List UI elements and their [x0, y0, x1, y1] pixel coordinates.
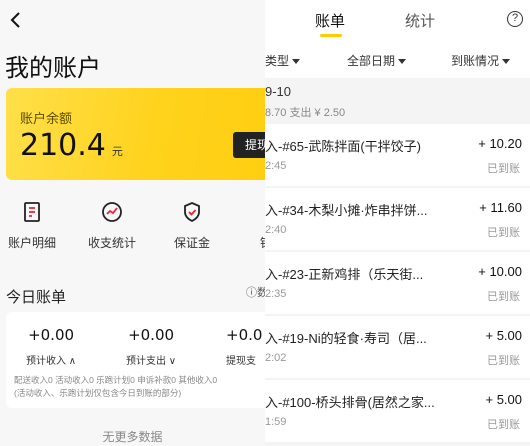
transaction-time: 1:59 [265, 416, 287, 428]
stat-expected-income[interactable]: +0.00 预计收入 ∧ [26, 326, 76, 367]
help-icon[interactable]: ? [507, 11, 523, 27]
today-bill-title: 今日账单 [6, 288, 67, 306]
today-help-label: 数 [257, 287, 265, 299]
filter-type[interactable]: 类型 [265, 52, 301, 69]
tab-bill[interactable]: 账单 [315, 10, 345, 31]
balance-amount: 210.4 [20, 128, 106, 163]
chevron-up-icon: ∧ [68, 356, 77, 367]
quick-action-label: 账户明细 [7, 236, 56, 250]
transaction-status: 已到账 [487, 163, 520, 175]
chevron-down-icon: ∨ [168, 356, 177, 367]
transaction-status: 已到账 [487, 227, 520, 239]
filter-bar: 类型 全部日期 到账情况 [265, 42, 530, 78]
today-bill-section: 今日账单 ⓘ数 +0.00 预计收入 ∧ +0.00 预计支出 ∨ +0.0 提… [0, 276, 265, 436]
stat-value: +0.0 [226, 326, 263, 344]
bill-tabs: 账单 统计 ? [265, 0, 530, 42]
quick-actions: 账户明细 收支统计 保证金 银 [0, 200, 265, 260]
shield-icon [184, 202, 200, 223]
stat-label: 预计支出 ∨ [126, 356, 177, 367]
chart-circle-icon [102, 202, 122, 222]
quick-action-label: 银 [236, 234, 265, 251]
stat-label: 提现支 [226, 356, 256, 367]
tab-stats[interactable]: 统计 [405, 10, 435, 31]
transaction-time: 2:45 [265, 160, 287, 172]
transaction-amount: + 5.00 [485, 328, 522, 343]
quick-action-label: 收支统计 [87, 236, 136, 250]
withdraw-button[interactable]: 提现 [233, 132, 265, 158]
transaction-row[interactable]: 入-#23-正新鸡排（乐天街... 2:35 + 10.00 已到账 [265, 252, 530, 314]
back-icon[interactable] [6, 10, 26, 30]
stat-withdraw[interactable]: +0.0 提现支 [226, 326, 262, 367]
balance-value: 210.4 元 [20, 128, 123, 163]
transaction-name: 入-#100-桥头排骨(居然之家... [265, 395, 435, 410]
stat-label: 预计收入 ∧ [26, 356, 77, 367]
transaction-status: 已到账 [487, 291, 520, 303]
balance-card: 账户余额 210.4 元 [6, 88, 265, 180]
quick-action-bank[interactable]: 银 [236, 200, 265, 251]
transaction-row[interactable]: 入-#100-桥头排骨(居然之家... 1:59 + 5.00 已到账 [265, 380, 530, 442]
transaction-amount: + 11.60 [479, 200, 522, 215]
transaction-time: 2:35 [265, 288, 287, 300]
day-date: 9-10 [265, 84, 292, 99]
transaction-name: 入-#34-木梨小摊·炸串拌饼... [265, 203, 428, 218]
page-title: 我的账户 [5, 54, 101, 82]
transaction-row[interactable]: 入-#34-木梨小摊·炸串拌饼... 2:40 + 11.60 已到账 [265, 188, 530, 250]
quick-action-deposit[interactable]: 保证金 [162, 200, 222, 251]
transaction-name: 入-#65-武陈拌面(干拌饺子) [265, 139, 422, 154]
transaction-status: 已到账 [487, 419, 520, 431]
quick-action-account-detail[interactable]: 账户明细 [2, 200, 62, 251]
transaction-name: 入-#23-正新鸡排（乐天街... [265, 267, 424, 282]
transaction-row[interactable]: 入-#19-Ni的轻食·寿司（居... 2:02 + 5.00 已到账 [265, 316, 530, 378]
stat-expected-expense[interactable]: +0.00 预计支出 ∨ [126, 326, 176, 367]
transaction-time: 2:40 [265, 224, 287, 236]
transaction-amount: + 10.00 [478, 264, 522, 279]
today-help[interactable]: ⓘ数 [246, 284, 265, 300]
balance-label: 账户余额 [20, 111, 73, 126]
no-more-data: 无更多数据 [102, 430, 163, 444]
account-pane: 我的账户 账户余额 210.4 元 提现 账户明细 收支统计 保证金 今日账单 … [0, 0, 265, 446]
help-icon: ⓘ [246, 287, 257, 299]
bill-pane: 账单 统计 ? 类型 全部日期 到账情况 9-10 8.70 支出 ¥ 2.50… [265, 0, 530, 446]
transaction-amount: + 10.20 [478, 136, 522, 151]
tab-active-indicator [320, 34, 342, 37]
day-header: 9-10 8.70 支出 ¥ 2.50 [265, 78, 530, 124]
caret-down-icon [502, 59, 511, 65]
filter-date[interactable]: 全部日期 [347, 52, 407, 69]
document-icon [24, 202, 40, 222]
filter-status[interactable]: 到账情况 [451, 52, 511, 69]
transaction-name: 入-#19-Ni的轻食·寿司（居... [265, 331, 427, 346]
balance-unit: 元 [111, 145, 123, 158]
quick-action-stats[interactable]: 收支统计 [82, 200, 142, 251]
quick-action-label: 保证金 [173, 236, 210, 250]
caret-down-icon [292, 59, 301, 65]
transaction-amount: + 5.00 [485, 392, 522, 407]
income-breakdown-note: 配送收入0 活动收入0 乐跑计划0 申诉补款0 其他收入0 (活动收入、乐跑计划… [14, 375, 218, 398]
stat-value: +0.00 [28, 326, 75, 344]
transaction-status: 已到账 [487, 355, 520, 367]
stat-value: +0.00 [128, 326, 175, 344]
transaction-time: 2:02 [265, 352, 287, 364]
transaction-row[interactable]: 入-#65-武陈拌面(干拌饺子) 2:45 + 10.20 已到账 [265, 124, 530, 186]
caret-down-icon [398, 59, 407, 65]
bank-card-icon [254, 200, 265, 224]
day-summary: 8.70 支出 ¥ 2.50 [265, 107, 346, 119]
